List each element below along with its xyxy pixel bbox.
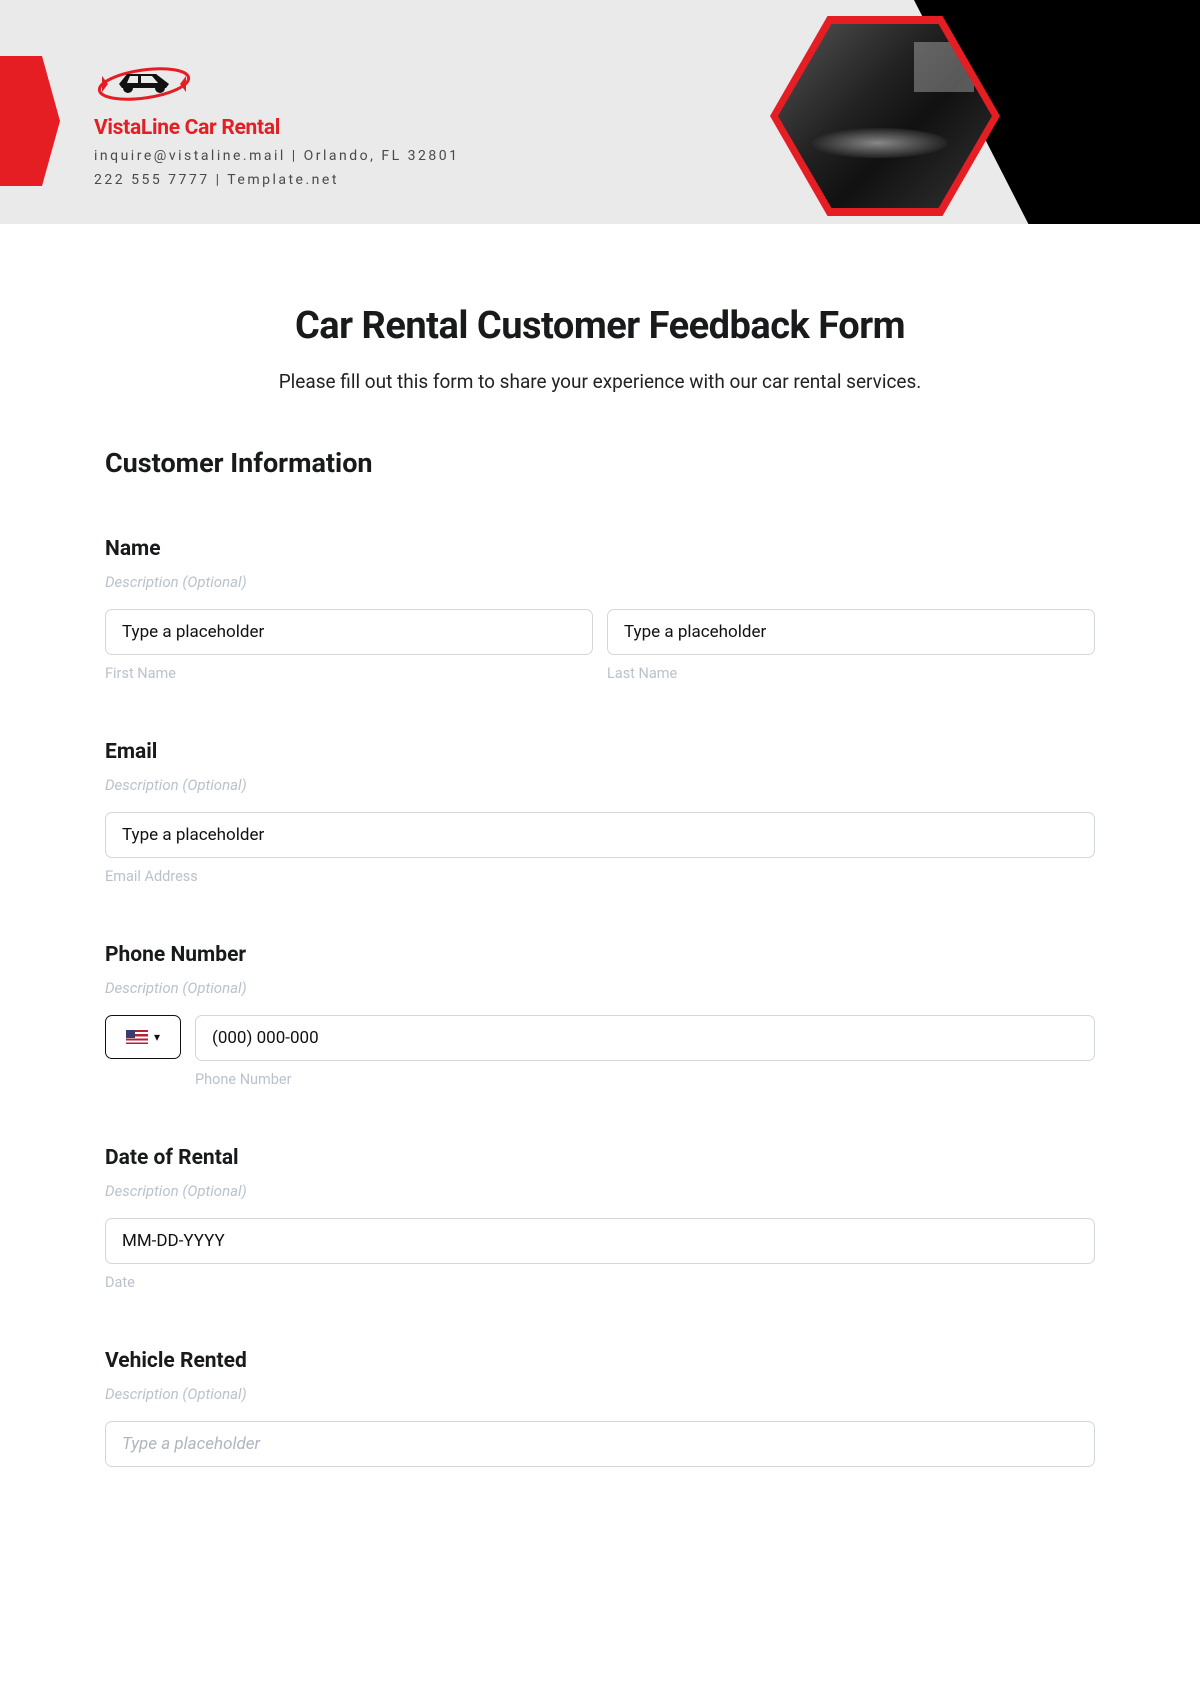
field-vehicle-rented: Vehicle Rented Description (Optional) xyxy=(105,1349,1095,1467)
email-label: Email xyxy=(105,740,1095,764)
hexagon-car-image xyxy=(778,24,992,208)
form-title: Car Rental Customer Feedback Form xyxy=(105,304,1095,348)
phone-label: Phone Number xyxy=(105,943,1095,967)
phone-sublabel: Phone Number xyxy=(195,1071,1095,1088)
header-banner: VistaLine Car Rental inquire@vistaline.m… xyxy=(0,0,1200,224)
first-name-sublabel: First Name xyxy=(105,665,593,682)
chevron-down-icon: ▾ xyxy=(154,1030,160,1044)
country-code-select[interactable]: ▾ xyxy=(105,1015,181,1059)
date-label: Date of Rental xyxy=(105,1146,1095,1170)
hero-hexagon xyxy=(770,16,1000,216)
logo-block: VistaLine Car Rental inquire@vistaline.m… xyxy=(94,56,459,188)
section-customer-info: Customer Information xyxy=(105,447,1095,479)
contact-line-2: 222 555 7777 | Template.net xyxy=(94,172,459,188)
email-description: Description (Optional) xyxy=(105,776,1095,794)
us-flag-icon xyxy=(126,1030,148,1044)
field-date-of-rental: Date of Rental Description (Optional) Da… xyxy=(105,1146,1095,1291)
form-subtitle: Please fill out this form to share your … xyxy=(105,370,1095,393)
vehicle-label: Vehicle Rented xyxy=(105,1349,1095,1373)
vehicle-description: Description (Optional) xyxy=(105,1385,1095,1403)
last-name-sublabel: Last Name xyxy=(607,665,1095,682)
date-input[interactable] xyxy=(105,1218,1095,1264)
date-description: Description (Optional) xyxy=(105,1182,1095,1200)
name-label: Name xyxy=(105,537,1095,561)
phone-input[interactable] xyxy=(195,1015,1095,1061)
red-arrow-decoration xyxy=(0,56,60,186)
name-description: Description (Optional) xyxy=(105,573,1095,591)
hexagon-frame xyxy=(770,16,1000,216)
phone-description: Description (Optional) xyxy=(105,979,1095,997)
date-sublabel: Date xyxy=(105,1274,1095,1291)
car-logo-icon xyxy=(94,56,194,106)
field-name: Name Description (Optional) First Name L… xyxy=(105,537,1095,682)
brand-name: VistaLine Car Rental xyxy=(94,116,459,140)
field-phone: Phone Number Description (Optional) ▾ Ph… xyxy=(105,943,1095,1088)
form-container: Car Rental Customer Feedback Form Please… xyxy=(0,224,1200,1507)
last-name-input[interactable] xyxy=(607,609,1095,655)
field-email: Email Description (Optional) Email Addre… xyxy=(105,740,1095,885)
first-name-input[interactable] xyxy=(105,609,593,655)
vehicle-input[interactable] xyxy=(105,1421,1095,1467)
email-sublabel: Email Address xyxy=(105,868,1095,885)
email-input[interactable] xyxy=(105,812,1095,858)
contact-line-1: inquire@vistaline.mail | Orlando, FL 328… xyxy=(94,148,459,164)
